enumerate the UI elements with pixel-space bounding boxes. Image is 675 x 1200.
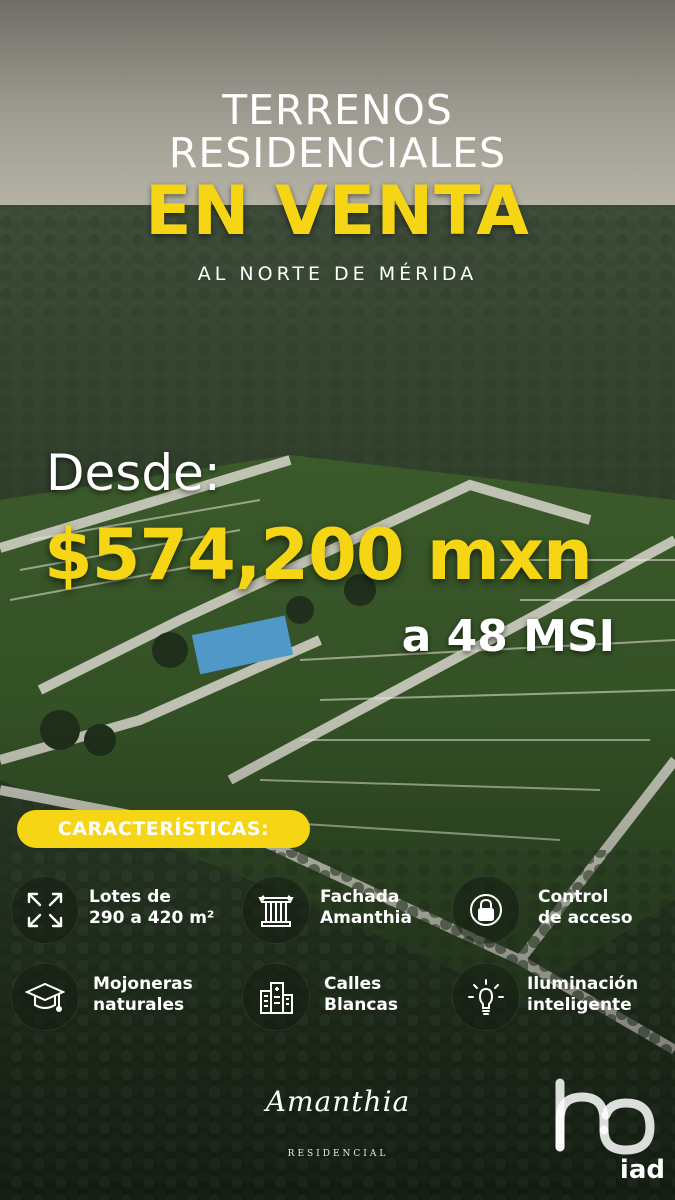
headline-en-venta: EN VENTA xyxy=(145,172,530,251)
expand-arrows-icon xyxy=(11,876,79,944)
price-value: $574,200 mxn xyxy=(44,514,593,596)
installments-label: a 48 MSI xyxy=(401,611,615,662)
logo-script-text: Amanthia xyxy=(265,1085,411,1118)
iad-logo: iad xyxy=(550,1075,665,1190)
headline-terrenos: TERRENOS xyxy=(222,86,453,134)
feature-access-control: Control de acceso xyxy=(452,876,662,944)
lock-icon xyxy=(452,876,520,944)
graduation-cap-icon xyxy=(11,963,79,1031)
feature-facade: Fachada Amanthia xyxy=(242,876,452,944)
feature-lot-size: Lotes de 290 a 420 m² xyxy=(11,876,221,944)
feature-smart-lighting: Iluminación inteligente xyxy=(452,963,662,1031)
price-from-label: Desde: xyxy=(46,444,221,502)
building-icon xyxy=(242,963,310,1031)
iad-mark-icon xyxy=(555,1078,655,1155)
feature-label: Iluminación inteligente xyxy=(527,974,639,1015)
location-subtitle: AL NORTE DE MÉRIDA xyxy=(197,263,478,285)
lightbulb-icon xyxy=(452,963,520,1031)
feature-label: Control de acceso xyxy=(538,887,633,928)
column-icon xyxy=(242,876,310,944)
feature-white-streets: Calles Blancas xyxy=(242,963,452,1031)
feature-natural-markers: Mojoneras naturales xyxy=(11,963,221,1031)
headline-residenciales: RESIDENCIALES xyxy=(168,129,507,177)
features-heading-badge: CARACTERÍSTICAS: xyxy=(17,810,310,848)
iad-wordmark: iad xyxy=(619,1155,665,1185)
amanthia-logo: Amanthia RESIDENCIAL xyxy=(248,1085,428,1165)
logo-subtitle: RESIDENCIAL xyxy=(287,1149,389,1159)
